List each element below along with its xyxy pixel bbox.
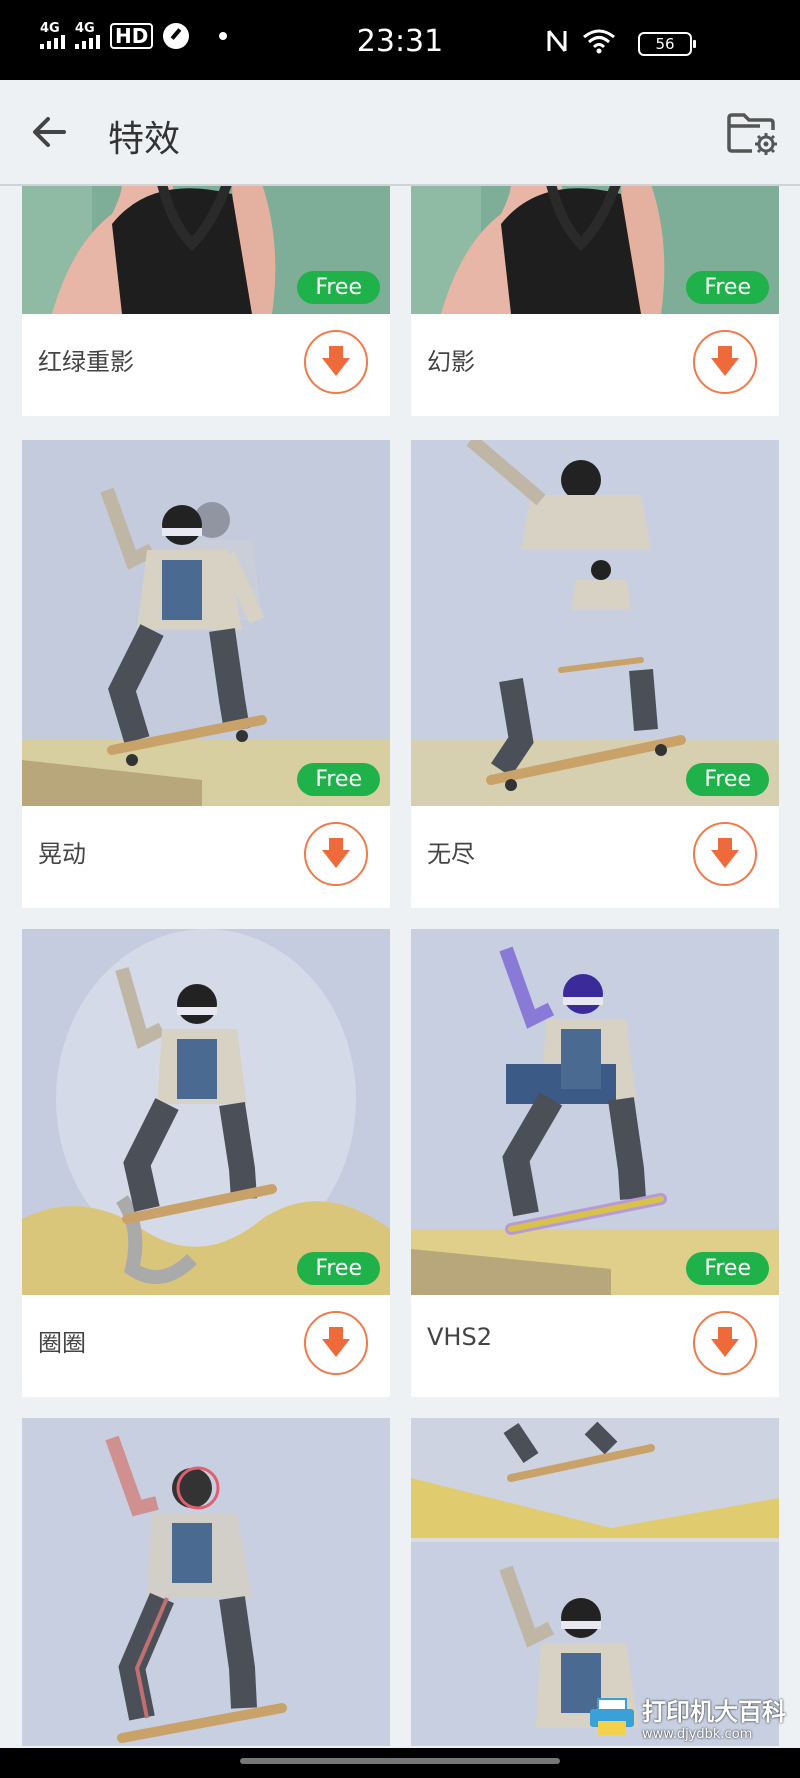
effect-label: 红绿重影 [38, 348, 134, 376]
download-arrow-icon [711, 346, 739, 376]
watermark: 打印机大百科 www.djydbk.com [588, 1692, 786, 1742]
navigation-bar [0, 1748, 800, 1778]
free-badge: Free [686, 763, 769, 796]
download-button[interactable] [304, 330, 368, 394]
effect-card-vhs2[interactable]: Free VHS2 [411, 929, 779, 1397]
page-title: 特效 [108, 119, 181, 160]
battery-icon: 56 [638, 32, 696, 56]
download-button[interactable] [693, 330, 757, 394]
download-arrow-icon [322, 838, 350, 868]
free-badge: Free [297, 1252, 380, 1285]
effect-thumbnail: Free [22, 440, 390, 806]
status-bar: 4G 4G HD 23:31 56 [0, 0, 800, 80]
download-button[interactable] [304, 822, 368, 886]
effect-thumbnail: Free [22, 186, 390, 314]
effect-thumbnail [22, 1418, 390, 1746]
back-arrow-icon[interactable] [28, 110, 72, 154]
effect-card-phantom[interactable]: Free 幻影 [411, 186, 779, 416]
effect-thumbnail: Free [411, 186, 779, 314]
download-arrow-icon [711, 1327, 739, 1357]
download-arrow-icon [322, 346, 350, 376]
effect-thumbnail: Free [22, 929, 390, 1295]
free-badge: Free [686, 271, 769, 304]
download-button[interactable] [304, 1311, 368, 1375]
effect-card-circles[interactable]: Free 圈圈 [22, 929, 390, 1397]
free-badge: Free [297, 763, 380, 796]
effect-card-red-green-ghost[interactable]: Free 红绿重影 [22, 186, 390, 416]
free-badge: Free [297, 271, 380, 304]
app-bar: 特效 [0, 80, 800, 186]
effect-thumbnail: Free [411, 440, 779, 806]
download-arrow-icon [711, 838, 739, 868]
effect-label: 圈圈 [38, 1329, 86, 1357]
download-button[interactable] [693, 822, 757, 886]
status-right-icons [546, 28, 616, 54]
printer-logo-icon [590, 1698, 634, 1735]
effect-label: 无尽 [427, 840, 475, 868]
nfc-icon [547, 30, 567, 52]
effect-label: VHS2 [427, 1323, 492, 1351]
folder-settings-icon[interactable] [726, 110, 778, 156]
effect-card-row4-left[interactable] [22, 1418, 390, 1746]
effect-label: 幻影 [427, 348, 475, 376]
effects-grid: Free 红绿重影 Free 幻影 Free 晃动 Free 无尽 Free 圈… [0, 186, 800, 1746]
free-badge: Free [686, 1252, 769, 1285]
download-arrow-icon [322, 1327, 350, 1357]
effect-card-endless[interactable]: Free 无尽 [411, 440, 779, 908]
download-button[interactable] [693, 1311, 757, 1375]
effect-thumbnail: Free [411, 929, 779, 1295]
effect-label: 晃动 [38, 840, 86, 868]
wifi-icon [583, 29, 615, 54]
effect-card-shake[interactable]: Free 晃动 [22, 440, 390, 908]
home-indicator[interactable] [240, 1758, 560, 1764]
